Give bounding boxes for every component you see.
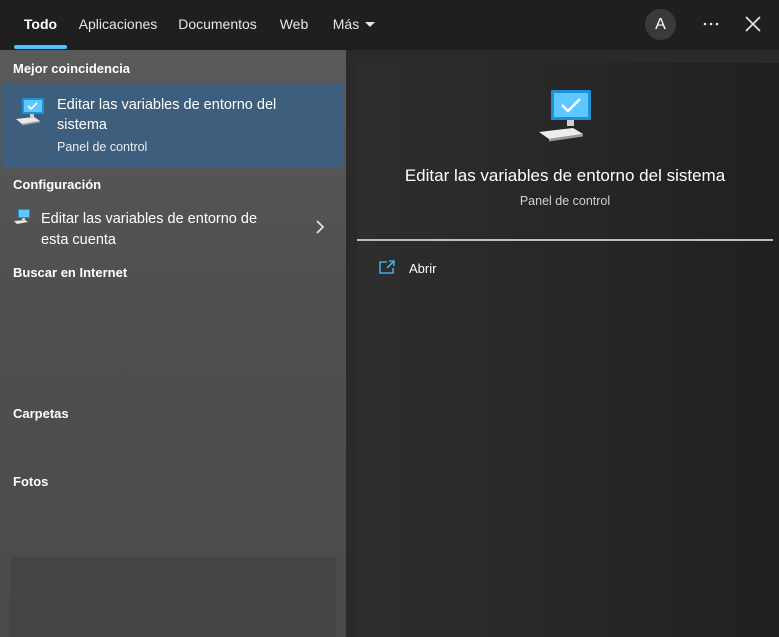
best-match-result[interactable]: Editar las variables de entorno del sist… [2, 83, 344, 167]
open-action-label: Abrir [409, 261, 437, 276]
more-horizontal-icon [703, 22, 719, 26]
section-settings: Configuración [13, 177, 102, 192]
section-best-match: Mejor coincidencia [13, 61, 131, 76]
open-action[interactable]: Abrir [379, 258, 579, 282]
caret-down-icon [365, 21, 376, 27]
tab-more[interactable]: Más [326, 0, 382, 50]
settings-result[interactable]: Editar las variables de entorno de esta … [2, 202, 344, 254]
preview-subtitle: Panel de control [519, 194, 611, 208]
open-external-icon [379, 260, 395, 274]
close-icon [745, 16, 761, 32]
tab-all[interactable]: Todo [14, 0, 67, 50]
best-match-title: Editar las variables de entorno del sist… [57, 97, 277, 133]
section-folders: Carpetas [13, 406, 69, 421]
tab-documents[interactable]: Documentos [172, 0, 263, 50]
computer-check-icon [539, 90, 591, 142]
tab-web[interactable]: Web [272, 0, 316, 50]
more-options-button[interactable] [695, 10, 727, 38]
tab-apps[interactable]: Aplicaciones [74, 0, 162, 50]
close-button[interactable] [738, 10, 768, 38]
chevron-right-icon[interactable] [314, 220, 326, 234]
section-photos: Fotos [13, 474, 49, 489]
results-panel-footer [10, 557, 336, 637]
section-web: Buscar en Internet [13, 265, 128, 280]
best-match-subtitle: Panel de control [57, 140, 148, 154]
tab-more-label: Más [332, 16, 360, 32]
preview-panel: Editar las variables de entorno del sist… [357, 63, 779, 637]
computer-check-icon [16, 98, 44, 126]
preview-title: Editar las variables de entorno del sist… [404, 166, 726, 185]
account-avatar[interactable]: A [645, 9, 676, 40]
computer-icon [14, 209, 30, 224]
settings-result-title: Editar las variables de entorno de esta … [41, 211, 258, 248]
search-tabs-bar: Todo Aplicaciones Documentos Web Más A [0, 0, 779, 50]
active-tab-indicator [14, 45, 67, 49]
preview-divider [357, 239, 773, 241]
